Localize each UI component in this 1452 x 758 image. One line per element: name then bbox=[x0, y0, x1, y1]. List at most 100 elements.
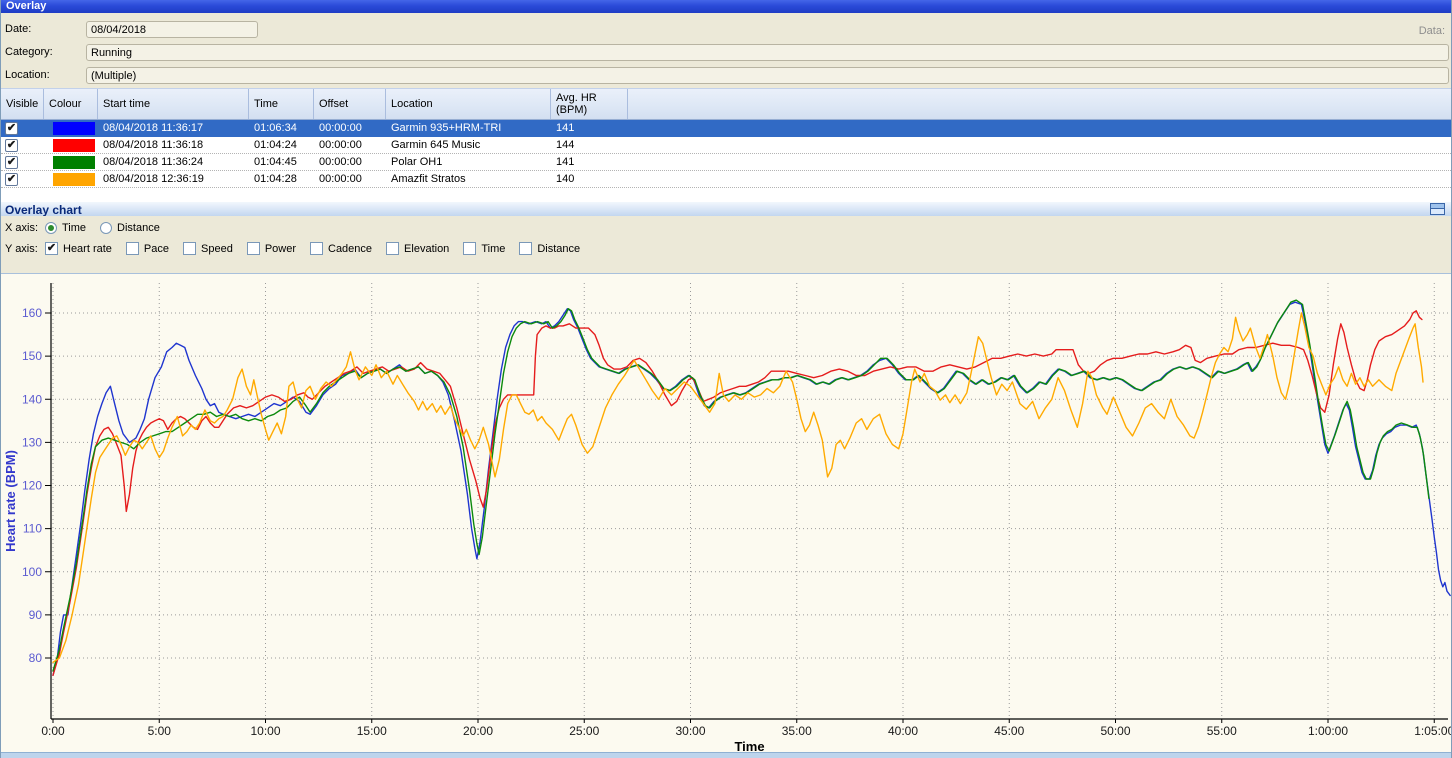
option-label: Distance bbox=[537, 243, 580, 255]
checkbox-icon[interactable] bbox=[386, 242, 399, 255]
y-axis-option-elevation[interactable]: Elevation bbox=[386, 242, 449, 255]
panel-layout-icon[interactable] bbox=[1430, 203, 1445, 215]
y-axis-option-speed[interactable]: Speed bbox=[183, 242, 233, 255]
overlay-chart-section-bar: Overlay chart bbox=[1, 201, 1451, 216]
colour-swatch[interactable] bbox=[53, 173, 95, 186]
radio-icon[interactable] bbox=[45, 222, 57, 234]
colour-cell bbox=[44, 122, 98, 135]
activity-table: VisibleColourStart timeTimeOffsetLocatio… bbox=[1, 88, 1451, 201]
x-tick-label: 55:00 bbox=[1207, 724, 1237, 738]
column-header-location[interactable]: Location bbox=[386, 89, 551, 119]
avg-hr-cell: 141 bbox=[551, 122, 628, 134]
overlay-window: Overlay Date: 08/04/2018 Category: Runni… bbox=[0, 0, 1452, 758]
start-time-cell: 08/04/2018 11:36:18 bbox=[98, 139, 249, 151]
series-line-amazfit-stratos bbox=[53, 313, 1423, 662]
x-tick-label: 10:00 bbox=[250, 724, 280, 738]
checkbox-icon[interactable] bbox=[463, 242, 476, 255]
option-label: Pace bbox=[144, 243, 169, 255]
x-tick-label: 45:00 bbox=[994, 724, 1024, 738]
axis-controls: X axis: TimeDistance Y axis: ✔Heart rate… bbox=[1, 216, 1451, 273]
y-tick-label: 80 bbox=[29, 651, 43, 665]
avg-hr-cell: 141 bbox=[551, 156, 628, 168]
colour-swatch[interactable] bbox=[53, 139, 95, 152]
time-cell: 01:04:28 bbox=[249, 173, 314, 185]
location-label: Location: bbox=[5, 69, 50, 81]
visible-checkbox[interactable]: ✔ bbox=[5, 156, 18, 169]
category-field[interactable]: Running bbox=[86, 44, 1449, 61]
x-tick-label: 1:05:00 bbox=[1414, 724, 1452, 738]
visible-checkbox[interactable]: ✔ bbox=[5, 139, 18, 152]
category-label: Category: bbox=[5, 46, 53, 58]
series-line-garmin-935-hrm-tri bbox=[53, 302, 1450, 675]
window-title: Overlay bbox=[6, 0, 46, 12]
x-axis-option-distance[interactable]: Distance bbox=[100, 222, 160, 234]
visible-cell: ✔ bbox=[1, 173, 44, 186]
option-label: Heart rate bbox=[63, 243, 112, 255]
y-tick-label: 150 bbox=[22, 349, 42, 363]
y-tick-label: 120 bbox=[22, 479, 42, 493]
checkbox-icon[interactable] bbox=[247, 242, 260, 255]
visible-checkbox[interactable]: ✔ bbox=[5, 173, 18, 186]
option-label: Time bbox=[62, 222, 86, 234]
checkbox-icon[interactable] bbox=[183, 242, 196, 255]
table-row[interactable]: ✔08/04/2018 12:36:1901:04:2800:00:00Amaz… bbox=[1, 171, 1451, 188]
table-row[interactable]: ✔08/04/2018 11:36:1701:06:3400:00:00Garm… bbox=[1, 120, 1451, 137]
x-tick-label: 0:00 bbox=[41, 724, 65, 738]
option-label: Time bbox=[481, 243, 505, 255]
radio-icon[interactable] bbox=[100, 222, 112, 234]
column-header-colour[interactable]: Colour bbox=[44, 89, 98, 119]
table-row[interactable]: ✔08/04/2018 11:36:1801:04:2400:00:00Garm… bbox=[1, 137, 1451, 154]
visible-cell: ✔ bbox=[1, 156, 44, 169]
checkbox-icon[interactable] bbox=[310, 242, 323, 255]
y-tick-label: 110 bbox=[23, 522, 42, 536]
location-cell: Garmin 645 Music bbox=[386, 139, 551, 151]
avg-hr-cell: 144 bbox=[551, 139, 628, 151]
colour-swatch[interactable] bbox=[53, 156, 95, 169]
y-axis-option-distance[interactable]: Distance bbox=[519, 242, 580, 255]
x-tick-label: 30:00 bbox=[675, 724, 705, 738]
x-axis-row: X axis: Time Distance bbox=[5, 222, 174, 234]
colour-cell bbox=[44, 156, 98, 169]
date-field[interactable]: 08/04/2018 bbox=[86, 21, 258, 38]
x-axis-label: X axis: bbox=[5, 222, 45, 234]
option-label: Distance bbox=[117, 222, 160, 234]
checkbox-icon[interactable] bbox=[126, 242, 139, 255]
y-axis-title: Heart rate (BPM) bbox=[3, 450, 18, 552]
series-line-garmin-645-music bbox=[53, 311, 1422, 676]
location-cell: Polar OH1 bbox=[386, 156, 551, 168]
checkbox-icon[interactable] bbox=[519, 242, 532, 255]
y-axis-option-time[interactable]: Time bbox=[463, 242, 505, 255]
colour-swatch[interactable] bbox=[53, 122, 95, 135]
time-cell: 01:04:24 bbox=[249, 139, 314, 151]
y-tick-label: 90 bbox=[29, 608, 43, 622]
offset-cell: 00:00:00 bbox=[314, 173, 386, 185]
column-header-start[interactable]: Start time bbox=[98, 89, 249, 119]
location-cell: Garmin 935+HRM-TRI bbox=[386, 122, 551, 134]
colour-cell bbox=[44, 173, 98, 186]
y-axis-option-pace[interactable]: Pace bbox=[126, 242, 169, 255]
table-row[interactable]: ✔08/04/2018 11:36:2401:04:4500:00:00Pola… bbox=[1, 154, 1451, 171]
y-axis-option-heart-rate[interactable]: ✔ Heart rate bbox=[45, 242, 112, 255]
x-axis-option-time[interactable]: Time bbox=[45, 222, 86, 234]
time-cell: 01:06:34 bbox=[249, 122, 314, 134]
overlay-chart-panel: 80901001101201301401501600:005:0010:0015… bbox=[1, 273, 1451, 752]
visible-checkbox[interactable]: ✔ bbox=[5, 122, 18, 135]
column-header-visible[interactable]: Visible bbox=[1, 89, 44, 119]
column-header-time[interactable]: Time bbox=[249, 89, 314, 119]
date-label: Date: bbox=[5, 23, 31, 35]
time-cell: 01:04:45 bbox=[249, 156, 314, 168]
y-axis-option-cadence[interactable]: Cadence bbox=[310, 242, 372, 255]
y-axis-option-power[interactable]: Power bbox=[247, 242, 296, 255]
y-tick-label: 100 bbox=[22, 565, 42, 579]
x-tick-label: 1:00:00 bbox=[1308, 724, 1348, 738]
x-tick-label: 15:00 bbox=[357, 724, 387, 738]
location-cell: Amazfit Stratos bbox=[386, 173, 551, 185]
column-header-offset[interactable]: Offset bbox=[314, 89, 386, 119]
x-tick-label: 20:00 bbox=[463, 724, 493, 738]
x-tick-label: 5:00 bbox=[148, 724, 172, 738]
location-field[interactable]: (Multiple) bbox=[86, 67, 1449, 84]
column-header-avg[interactable]: Avg. HR (BPM) bbox=[551, 89, 628, 119]
checkbox-icon[interactable]: ✔ bbox=[45, 242, 58, 255]
option-label: Power bbox=[265, 243, 296, 255]
overlay-chart-title: Overlay chart bbox=[5, 203, 82, 217]
